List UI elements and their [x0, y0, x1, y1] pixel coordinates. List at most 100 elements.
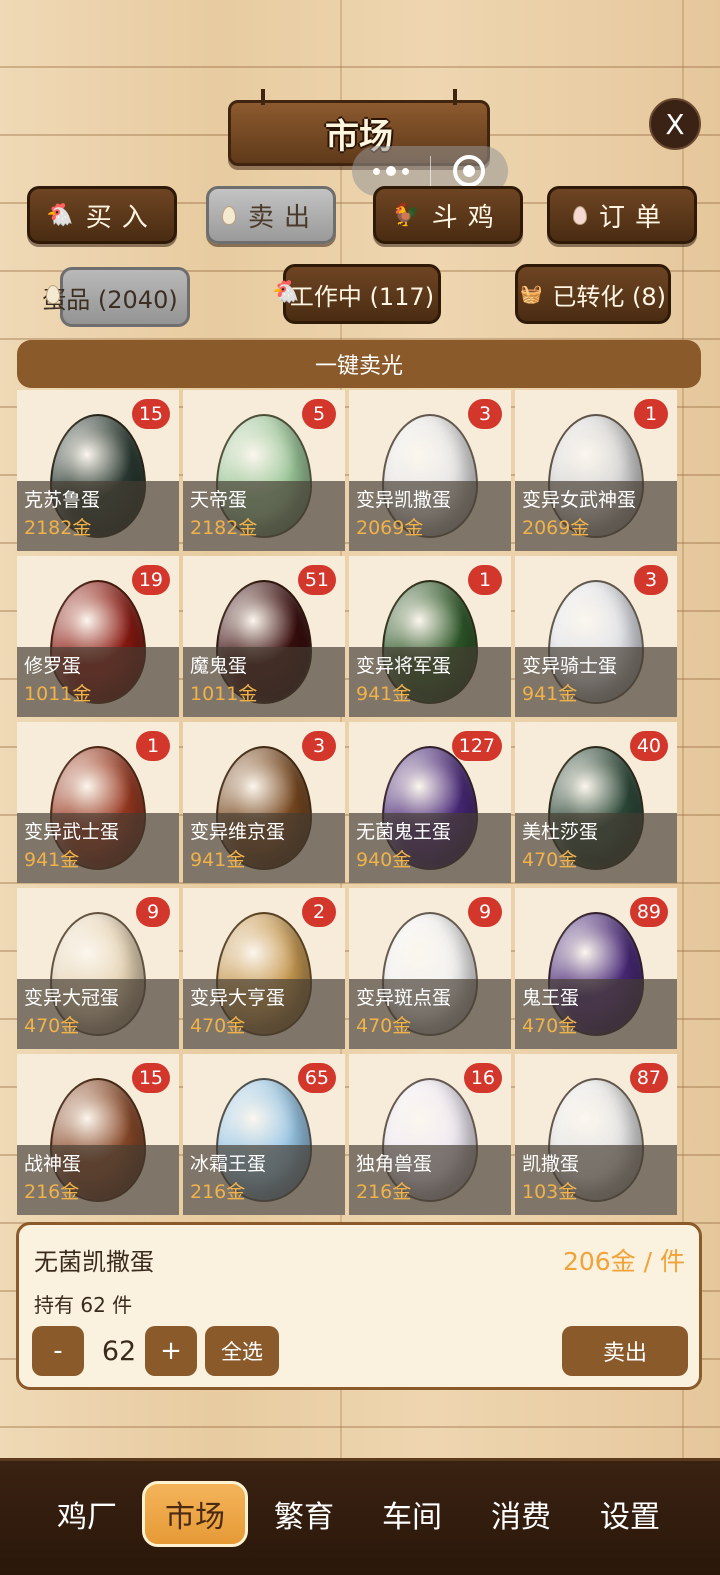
egg-card[interactable]: 127 无菌鬼王蛋 940金 [349, 722, 511, 883]
tab-orders[interactable]: 订单 [547, 186, 697, 244]
egg-price: 1011金 [190, 683, 258, 705]
egg-card[interactable]: 3 变异凯撒蛋 2069金 [349, 390, 511, 551]
selected-item-name: 无菌凯撒蛋 [34, 1248, 154, 1276]
unit-price: 206金 / 件 [562, 1247, 685, 1276]
egg-price: 470金 [522, 849, 578, 871]
select-all-button[interactable]: 全选 [205, 1326, 279, 1376]
egg-name: 鬼王蛋 [522, 987, 580, 1009]
egg-price: 470金 [356, 1015, 412, 1037]
increase-button[interactable]: + [145, 1326, 197, 1376]
tab-buy[interactable]: 🐔 买入 [27, 186, 177, 244]
egg-price: 216金 [356, 1181, 412, 1203]
sell-button[interactable]: 卖出 [562, 1326, 688, 1376]
egg-info: 修罗蛋 1011金 [17, 647, 179, 717]
egg-card[interactable]: 9 变异斑点蛋 470金 [349, 888, 511, 1049]
egg-card[interactable]: 15 克苏鲁蛋 2182金 [17, 390, 179, 551]
egg-price: 2182金 [24, 517, 92, 539]
tab-orders-label: 订单 [598, 202, 671, 233]
egg-card[interactable]: 87 凯撒蛋 103金 [515, 1054, 677, 1215]
egg-name: 变异女武神蛋 [522, 489, 637, 511]
egg-name: 变异大冠蛋 [24, 987, 120, 1009]
egg-icon [46, 285, 60, 304]
hen-icon: 🐔 [46, 202, 74, 228]
tab-sell[interactable]: 卖出 [206, 186, 336, 244]
egg-price: 470金 [522, 1015, 578, 1037]
egg-info: 无菌鬼王蛋 940金 [349, 813, 511, 883]
egg-card[interactable]: 3 变异骑士蛋 941金 [515, 556, 677, 717]
egg-info: 冰霜王蛋 216金 [183, 1145, 345, 1215]
nav-consume[interactable]: 消费 [471, 1481, 571, 1547]
egg-card[interactable]: 5 天帝蛋 2182金 [183, 390, 345, 551]
egg-price: 470金 [190, 1015, 246, 1037]
egg-card[interactable]: 51 魔鬼蛋 1011金 [183, 556, 345, 717]
rooster-icon: 🐓 [392, 202, 420, 228]
egg-card[interactable]: 16 独角兽蛋 216金 [349, 1054, 511, 1215]
egg-card[interactable]: 89 鬼王蛋 470金 [515, 888, 677, 1049]
subtab-converted-label: 已转化 (8) [552, 282, 667, 311]
nav-chicken-farm[interactable]: 鸡厂 [37, 1481, 137, 1547]
egg-info: 独角兽蛋 216金 [349, 1145, 511, 1215]
egg-price: 940金 [356, 849, 412, 871]
count-badge: 1 [136, 731, 170, 761]
egg-name: 变异将军蛋 [356, 655, 452, 677]
nav-market[interactable]: 市场 [142, 1481, 248, 1547]
egg-pink-icon [572, 205, 587, 225]
egg-info: 战神蛋 216金 [17, 1145, 179, 1215]
egg-card[interactable]: 65 冰霜王蛋 216金 [183, 1054, 345, 1215]
egg-name: 无菌鬼王蛋 [356, 821, 452, 843]
egg-card[interactable]: 19 修罗蛋 1011金 [17, 556, 179, 717]
nav-settings[interactable]: 设置 [580, 1481, 680, 1547]
egg-name: 战神蛋 [24, 1153, 82, 1175]
egg-name: 变异大亨蛋 [190, 987, 286, 1009]
more-icon[interactable] [352, 166, 430, 176]
decrease-button[interactable]: - [32, 1326, 84, 1376]
egg-price: 1011金 [24, 683, 92, 705]
count-badge: 89 [629, 897, 668, 927]
egg-info: 美杜莎蛋 470金 [515, 813, 677, 883]
egg-card[interactable]: 1 变异将军蛋 941金 [349, 556, 511, 717]
holding-count: 持有 62 件 [34, 1293, 133, 1317]
quantity-input[interactable]: 62 [89, 1326, 149, 1376]
egg-name: 变异斑点蛋 [356, 987, 452, 1009]
egg-price: 103金 [522, 1181, 578, 1203]
egg-name: 克苏鲁蛋 [24, 489, 101, 511]
exit-icon[interactable] [431, 155, 509, 187]
close-button[interactable]: X [649, 98, 701, 150]
nav-workshop[interactable]: 车间 [362, 1481, 462, 1547]
bottom-nav: 鸡厂 市场 繁育 车间 消费 设置 [0, 1458, 720, 1575]
egg-info: 变异斑点蛋 470金 [349, 979, 511, 1049]
egg-price: 941金 [190, 849, 246, 871]
subtab-converted[interactable]: 🧺 已转化 (8) [515, 264, 671, 324]
egg-info: 变异女武神蛋 2069金 [515, 481, 677, 551]
egg-price: 941金 [24, 849, 80, 871]
basket-icon: 🧺 [519, 283, 543, 305]
egg-price: 216金 [190, 1181, 246, 1203]
egg-info: 变异将军蛋 941金 [349, 647, 511, 717]
egg-card[interactable]: 1 变异武士蛋 941金 [17, 722, 179, 883]
sell-all-button[interactable]: 一键卖光 [17, 340, 701, 388]
egg-price: 2069金 [356, 517, 424, 539]
tab-cockfight-label: 斗鸡 [431, 202, 504, 233]
egg-price: 2069金 [522, 517, 590, 539]
egg-info: 变异大冠蛋 470金 [17, 979, 179, 1049]
egg-icon [221, 205, 236, 225]
egg-card[interactable]: 2 变异大亨蛋 470金 [183, 888, 345, 1049]
egg-card[interactable]: 9 变异大冠蛋 470金 [17, 888, 179, 1049]
egg-info: 天帝蛋 2182金 [183, 481, 345, 551]
egg-info: 变异维京蛋 941金 [183, 813, 345, 883]
egg-card[interactable]: 15 战神蛋 216金 [17, 1054, 179, 1215]
subtab-working-label: 工作中 (117) [289, 282, 435, 311]
subtab-eggs[interactable]: 蛋品 (2040) [42, 267, 190, 327]
egg-info: 魔鬼蛋 1011金 [183, 647, 345, 717]
count-badge: 1 [634, 399, 668, 429]
egg-name: 魔鬼蛋 [190, 655, 248, 677]
egg-card[interactable]: 3 变异维京蛋 941金 [183, 722, 345, 883]
egg-card[interactable]: 40 美杜莎蛋 470金 [515, 722, 677, 883]
subtab-working[interactable]: 工作中 (117) [283, 264, 441, 324]
count-badge: 65 [297, 1063, 336, 1093]
egg-info: 克苏鲁蛋 2182金 [17, 481, 179, 551]
tab-cockfight[interactable]: 🐓 斗鸡 [373, 186, 523, 244]
egg-card[interactable]: 1 变异女武神蛋 2069金 [515, 390, 677, 551]
nav-breeding[interactable]: 繁育 [254, 1481, 354, 1547]
egg-price: 941金 [356, 683, 412, 705]
